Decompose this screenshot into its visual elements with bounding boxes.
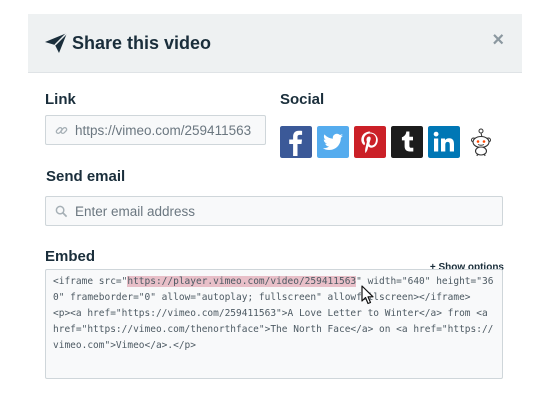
pinterest-icon[interactable]	[354, 126, 386, 158]
reddit-icon[interactable]	[465, 126, 497, 158]
linkedin-icon[interactable]	[428, 126, 460, 158]
share-dialog: Share this video × Link https://vimeo.co…	[28, 14, 522, 400]
dialog-header: Share this video ×	[28, 14, 522, 73]
embed-code-textarea[interactable]: <iframe src="https://player.vimeo.com/vi…	[45, 269, 503, 379]
embed-code-rest: " width="640" height="360" frameborder="…	[53, 276, 494, 351]
email-placeholder: Enter email address	[75, 204, 196, 219]
embed-code-selected-url: https://player.vimeo.com/video/259411563	[127, 276, 357, 287]
dialog-title: Share this video	[72, 33, 212, 53]
embed-code-start: <iframe src="	[53, 276, 128, 287]
twitter-icon[interactable]	[317, 126, 349, 158]
embed-label: Embed	[45, 248, 96, 265]
close-icon[interactable]: ×	[492, 29, 504, 52]
email-field[interactable]: Enter email address	[45, 196, 503, 226]
paper-plane-icon	[45, 32, 68, 53]
search-icon	[55, 205, 68, 218]
link-field[interactable]: https://vimeo.com/259411563	[45, 115, 266, 145]
social-label: Social	[280, 91, 325, 108]
link-value: https://vimeo.com/259411563	[75, 123, 252, 138]
facebook-icon[interactable]	[280, 126, 312, 158]
link-icon	[55, 127, 68, 134]
mouse-pointer-icon	[361, 285, 374, 305]
link-label: Link	[45, 91, 76, 108]
email-label: Send email	[46, 168, 126, 185]
tumblr-icon[interactable]	[391, 126, 423, 158]
